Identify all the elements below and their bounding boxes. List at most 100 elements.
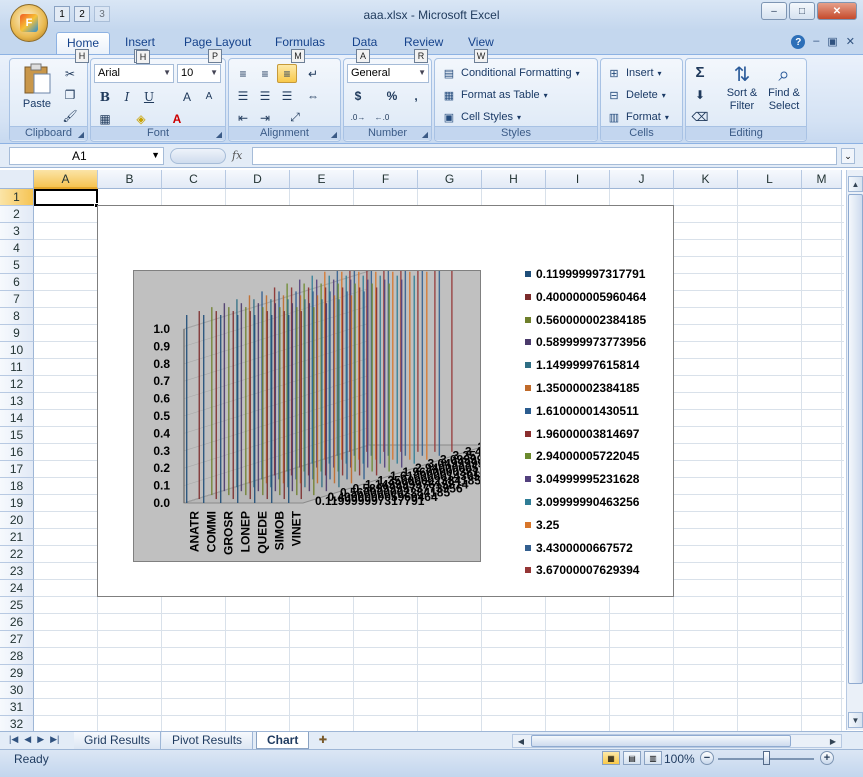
alignment-launcher-icon[interactable]: ◢ — [331, 130, 337, 139]
font-size-select[interactable]: 10 ▼ — [177, 64, 221, 83]
legend-entry[interactable]: 3.25 — [525, 517, 559, 533]
legend-entry[interactable]: 0.589999973773956 — [525, 334, 646, 350]
tab-view[interactable]: View — [468, 35, 494, 49]
row-header[interactable]: 27 — [0, 631, 34, 648]
select-all-corner[interactable] — [0, 170, 34, 189]
row-header[interactable]: 32 — [0, 716, 34, 732]
bold-button[interactable]: B — [95, 87, 115, 106]
tab-formulas[interactable]: Formulas — [275, 35, 325, 49]
formula-input[interactable] — [252, 147, 837, 165]
row-header[interactable]: 21 — [0, 529, 34, 546]
conditional-formatting-button[interactable]: ▤ Conditional Formatting ▾ — [441, 63, 580, 83]
page-layout-view-icon[interactable]: ▤ — [623, 751, 641, 765]
align-right-icon[interactable]: ☰ — [277, 86, 297, 105]
scroll-down-icon[interactable]: ▼ — [848, 712, 863, 728]
insert-cells-button[interactable]: ⊞ Insert ▾ — [606, 63, 661, 83]
vertical-scrollbar[interactable]: ▲ ▼ — [846, 170, 863, 730]
legend-entry[interactable]: 1.35000002384185 — [525, 380, 639, 396]
ribbon-close-icon[interactable]: ✕ — [846, 35, 855, 49]
legend-entry[interactable]: 3.67000007629394 — [525, 562, 639, 578]
help-icon[interactable]: ? — [791, 35, 806, 49]
row-header[interactable]: 23 — [0, 563, 34, 580]
legend-entry[interactable]: 1.14999997615814 — [525, 357, 639, 373]
tab-insert[interactable]: Insert — [125, 35, 155, 49]
row-header[interactable]: 24 — [0, 580, 34, 597]
font-name-select[interactable]: Arial ▼ — [94, 64, 174, 83]
office-button[interactable]: F — [10, 4, 48, 42]
row-header[interactable]: 22 — [0, 546, 34, 563]
format-as-table-button[interactable]: ▦ Format as Table ▾ — [441, 85, 548, 105]
legend-entry[interactable]: 1.96000003814697 — [525, 426, 639, 442]
copy-icon[interactable]: ❐ — [60, 85, 80, 104]
row-header[interactable]: 29 — [0, 665, 34, 682]
column-header[interactable]: H — [482, 170, 546, 189]
row-header[interactable]: 20 — [0, 512, 34, 529]
legend-entry[interactable]: 2.94000005722045 — [525, 448, 639, 464]
row-header[interactable]: 8 — [0, 308, 34, 325]
column-header[interactable]: A — [34, 170, 98, 189]
merge-center-icon[interactable]: ⇔ — [303, 86, 323, 105]
autosum-icon[interactable]: Σ — [690, 63, 710, 82]
last-sheet-icon[interactable]: ▶| — [50, 734, 59, 745]
insert-function-button[interactable]: fx — [232, 149, 242, 162]
scroll-left-icon[interactable]: ◀ — [514, 735, 528, 747]
sheet-tab-pivot-results[interactable]: Pivot Results — [162, 732, 254, 749]
currency-button[interactable]: $ — [348, 86, 368, 105]
legend-entry[interactable]: 0.119999997317791 — [525, 266, 645, 282]
underline-button[interactable]: U — [139, 87, 159, 106]
shrink-font-button[interactable]: A — [199, 87, 219, 106]
row-header[interactable]: 16 — [0, 444, 34, 461]
font-launcher-icon[interactable]: ◢ — [216, 130, 222, 139]
sheet-tab-chart[interactable]: Chart — [256, 732, 310, 749]
row-header[interactable]: 14 — [0, 410, 34, 427]
tab-data[interactable]: Data — [352, 35, 377, 49]
legend-entry[interactable]: 1.61000001430511 — [525, 403, 639, 419]
chart-area[interactable]: 0.0 0.1 0.2 0.3 0.4 0.5 0.6 0.7 0.8 0.9 1.0 ANATR CO… — [97, 205, 674, 597]
row-header[interactable]: 4 — [0, 240, 34, 257]
align-center-icon[interactable]: ☰ — [255, 86, 275, 105]
decrease-indent-icon[interactable]: ⇤ — [233, 108, 253, 127]
legend-entry[interactable]: 3.4300000667572 — [525, 540, 633, 556]
page-break-view-icon[interactable]: ▥ — [644, 751, 662, 765]
align-bottom-icon[interactable]: ≡ — [277, 64, 297, 83]
column-header[interactable]: K — [674, 170, 738, 189]
orientation-icon[interactable]: ⤢ — [285, 108, 305, 127]
row-header[interactable]: 7 — [0, 291, 34, 308]
ribbon-minimize-icon[interactable]: – — [813, 35, 819, 49]
zoom-in-icon[interactable]: + — [820, 751, 834, 765]
increase-decimal-icon[interactable]: .0→ — [348, 108, 368, 127]
row-header[interactable]: 11 — [0, 359, 34, 376]
increase-indent-icon[interactable]: ⇥ — [255, 108, 275, 127]
clear-icon[interactable]: ⌫ — [690, 107, 710, 126]
legend-entry[interactable]: 3.04999995231628 — [525, 471, 639, 487]
cell-styles-button[interactable]: ▣ Cell Styles ▾ — [441, 107, 521, 127]
row-header[interactable]: 31 — [0, 699, 34, 716]
row-header[interactable]: 9 — [0, 325, 34, 342]
number-format-select[interactable]: General ▼ — [347, 64, 429, 83]
paste-button[interactable]: Paste — [16, 63, 58, 110]
sort-filter-button[interactable]: ⇅ Sort & Filter — [722, 63, 762, 113]
name-box-dropdown-icon[interactable]: ▼ — [151, 150, 160, 160]
fill-icon[interactable]: ⬇ — [690, 85, 710, 104]
row-header[interactable]: 2 — [0, 206, 34, 223]
wrap-text-icon[interactable]: ↵ — [303, 64, 323, 83]
clipboard-launcher-icon[interactable]: ◢ — [78, 130, 84, 139]
ribbon-restore-icon[interactable]: ▣ — [827, 35, 837, 49]
legend-entry[interactable]: 0.560000002384185 — [525, 312, 646, 328]
sheet-tab-grid-results[interactable]: Grid Results — [74, 732, 162, 749]
close-button[interactable]: ✕ — [817, 2, 857, 20]
column-header[interactable]: G — [418, 170, 482, 189]
zoom-out-icon[interactable]: − — [700, 751, 714, 765]
row-header[interactable]: 10 — [0, 342, 34, 359]
align-left-icon[interactable]: ☰ — [233, 86, 253, 105]
format-painter-icon[interactable]: 🖌 — [60, 106, 80, 125]
legend-entry[interactable]: 3.09999990463256 — [525, 494, 639, 510]
minimize-button[interactable]: – — [761, 2, 787, 20]
find-select-button[interactable]: ⌕ Find & Select — [764, 63, 804, 113]
name-box[interactable]: A1 ▼ — [9, 147, 164, 165]
restore-button[interactable]: □ — [789, 2, 815, 20]
zoom-level[interactable]: 100% — [664, 752, 695, 766]
comma-button[interactable]: , — [406, 86, 426, 105]
vertical-scroll-thumb[interactable] — [848, 194, 863, 684]
row-header[interactable]: 25 — [0, 597, 34, 614]
